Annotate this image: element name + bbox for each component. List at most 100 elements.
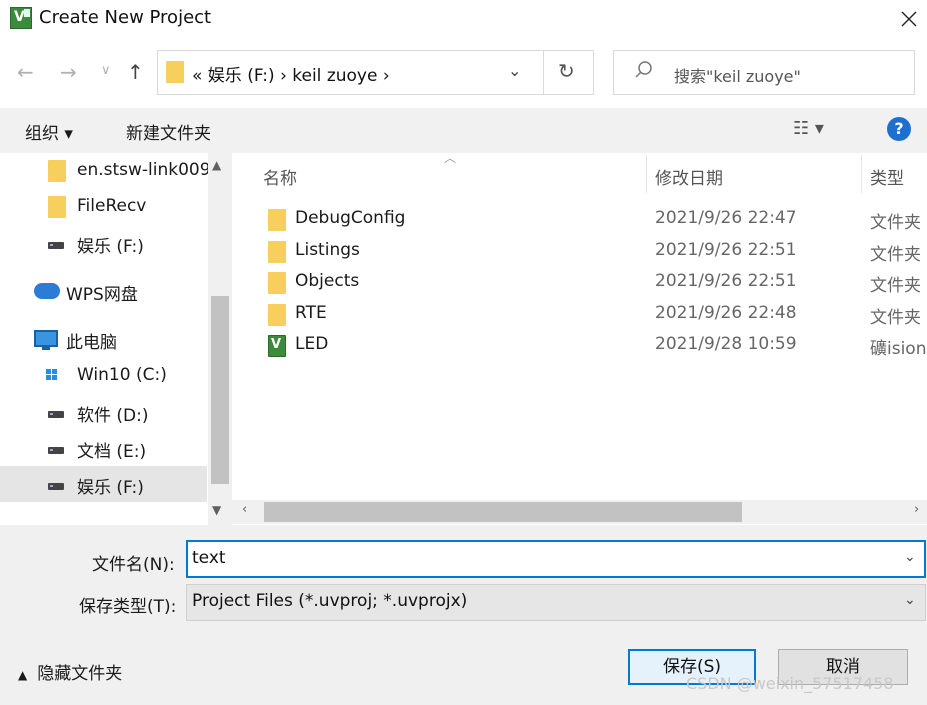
search-icon (634, 60, 654, 85)
search-box[interactable]: 搜索"keil zuoye" (613, 50, 915, 95)
scroll-left-button[interactable]: ‹ (242, 502, 247, 517)
up-button[interactable]: ↑ (127, 60, 144, 84)
watermark: CSDN @weixin_57517458 (686, 674, 894, 693)
navigation-pane: en.stsw-link009 FileRecv 娱乐 (F:) WPS网盘 此… (0, 153, 232, 525)
new-folder-button[interactable]: 新建文件夹 (126, 119, 211, 144)
drive-icon (48, 242, 64, 249)
address-dropdown[interactable]: ⌄ (508, 61, 521, 80)
chevron-down-icon: ⌄ (904, 592, 916, 608)
filetype-label: 保存类型(T): (79, 597, 177, 617)
close-icon (901, 11, 917, 27)
filetype-dropdown[interactable]: ⌄ (904, 592, 916, 608)
column-header-name[interactable]: 名称 (263, 164, 297, 189)
file-row[interactable]: V LED 2021/9/28 10:59 礦ision (262, 330, 927, 361)
cloud-icon (34, 283, 60, 299)
file-modified: 2021/9/26 22:51 (655, 271, 797, 291)
filename-dropdown[interactable]: ⌄ (904, 549, 916, 565)
file-row[interactable]: Listings 2021/9/26 22:51 文件夹 (262, 236, 927, 267)
file-row[interactable]: RTE 2021/9/26 22:48 文件夹 (262, 299, 927, 330)
file-name: LED (295, 334, 329, 354)
file-name: RTE (295, 303, 327, 323)
file-type: 文件夹 (870, 308, 921, 328)
scroll-right-button[interactable]: › (914, 502, 919, 517)
hide-folders-toggle[interactable]: ▲ 隐藏文件夹 (18, 659, 122, 684)
sidebar-item-wps-cloud[interactable]: WPS网盘 (0, 273, 207, 309)
folder-icon (268, 241, 286, 263)
address-path[interactable]: « 娱乐 (F:) › keil zuoye › (192, 61, 390, 86)
sidebar-item-drive-d[interactable]: 软件 (D:) (0, 394, 207, 430)
filename-label: 文件名(N): (92, 555, 175, 575)
sidebar-item-label: en.stsw-link009 (77, 160, 211, 180)
file-modified: 2021/9/26 22:51 (655, 240, 797, 260)
file-name: Objects (295, 271, 360, 291)
sidebar-item-en-stsw-link009[interactable]: en.stsw-link009 (0, 153, 211, 189)
chevron-down-icon: ⌄ (508, 61, 522, 80)
uvision-icon: V (268, 335, 286, 357)
file-modified: 2021/9/26 22:47 (655, 208, 797, 228)
close-button[interactable] (888, 2, 927, 36)
sidebar-item-drive-f[interactable]: 娱乐 (F:) (0, 466, 207, 502)
organize-menu[interactable]: 组织 ▾ (25, 119, 73, 144)
divider (543, 51, 544, 94)
forward-button[interactable]: → (60, 60, 77, 84)
horizontal-scrollbar-thumb[interactable] (264, 502, 742, 522)
file-type: 文件夹 (870, 213, 921, 233)
view-options-button[interactable]: ☷ ▾ (793, 118, 824, 139)
sidebar-item-label: 文档 (E:) (77, 442, 147, 462)
window-title: Create New Project (39, 7, 212, 28)
sidebar-item-label: 软件 (D:) (77, 406, 149, 426)
address-bar[interactable]: « 娱乐 (F:) › keil zuoye › ⌄ ↻ (157, 50, 594, 95)
column-header-modified[interactable]: 修改日期 (655, 164, 723, 189)
column-divider[interactable] (861, 155, 862, 193)
chevron-up-icon: ▲ (212, 158, 222, 172)
filename-input[interactable]: text (186, 540, 926, 578)
sidebar-item-label: WPS网盘 (66, 285, 138, 305)
search-input[interactable]: 搜索"keil zuoye" (674, 63, 801, 87)
title-bar: V Create New Project (0, 0, 927, 38)
computer-icon (34, 330, 58, 350)
folder-icon (166, 61, 184, 83)
refresh-button[interactable]: ↻ (558, 59, 575, 83)
file-type: 礦ision (870, 339, 927, 359)
sidebar-item-label: FileRecv (77, 196, 147, 216)
column-divider[interactable] (646, 155, 647, 193)
refresh-icon: ↻ (558, 59, 575, 83)
chevron-down-icon: ∨ (101, 63, 111, 78)
file-name: DebugConfig (295, 208, 406, 228)
sidebar-item-label: 娱乐 (F:) (77, 478, 144, 498)
file-type: 文件夹 (870, 245, 921, 265)
sidebar-item-drive-f-quick[interactable]: 娱乐 (F:) (0, 225, 207, 261)
chevron-up-icon: ▲ (18, 668, 28, 682)
folder-icon (268, 304, 286, 326)
file-type: 文件夹 (870, 276, 921, 296)
drive-icon (48, 447, 64, 454)
arrow-up-icon: ↑ (127, 60, 144, 84)
recent-locations-button[interactable]: ∨ (101, 63, 111, 78)
sidebar-item-drive-e[interactable]: 文档 (E:) (0, 430, 207, 466)
file-row[interactable]: Objects 2021/9/26 22:51 文件夹 (262, 267, 927, 298)
arrow-right-icon: → (60, 60, 77, 84)
sidebar-item-filerecv[interactable]: FileRecv (0, 189, 207, 225)
folder-icon (268, 272, 286, 294)
windows-drive-icon (46, 369, 66, 383)
help-button[interactable]: ? (887, 117, 911, 141)
chevron-down-icon: ⌄ (904, 549, 916, 565)
sidebar-item-drive-c[interactable]: Win10 (C:) (0, 358, 207, 394)
column-header-type[interactable]: 类型 (870, 164, 904, 189)
file-row[interactable]: DebugConfig 2021/9/26 22:47 文件夹 (262, 204, 927, 235)
folder-icon (268, 209, 286, 231)
view-options-icon: ☷ ▾ (793, 118, 824, 139)
file-name: Listings (295, 240, 360, 260)
scroll-down-button[interactable]: ▼ (212, 503, 221, 517)
chevron-left-icon: ‹ (242, 502, 248, 517)
drive-icon (48, 483, 64, 490)
folder-icon (48, 160, 66, 182)
sidebar-item-this-pc[interactable]: 此电脑 (0, 321, 207, 357)
filetype-select[interactable]: Project Files (*.uvproj; *.uvprojx) (186, 584, 926, 621)
sort-ascending-icon: ︿ (444, 151, 457, 165)
uvision-icon: V (10, 7, 32, 29)
back-button[interactable]: ← (17, 60, 34, 84)
chevron-down-icon: ▼ (212, 503, 222, 517)
sidebar-scrollbar-thumb[interactable] (211, 296, 229, 484)
scroll-up-button[interactable]: ▲ (212, 158, 221, 172)
